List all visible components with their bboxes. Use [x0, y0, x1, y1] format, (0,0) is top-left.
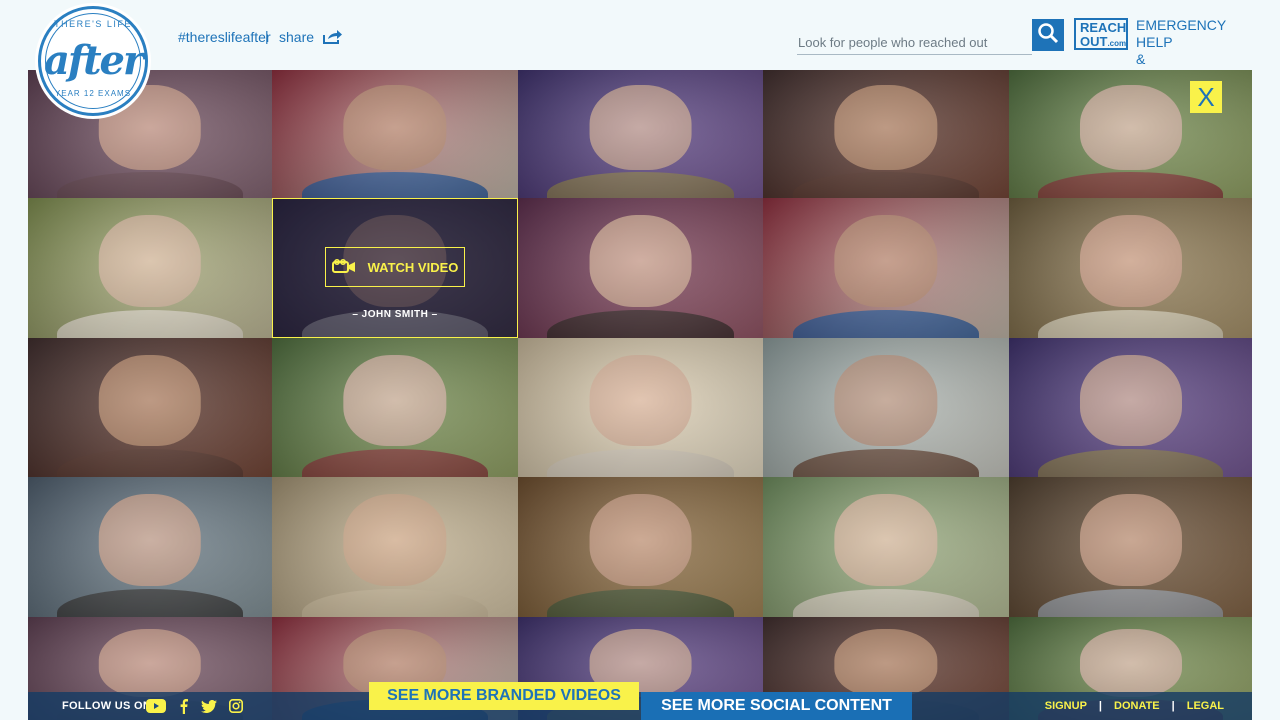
photo-grid: WATCH VIDEO – JOHN SMITH – — [28, 70, 1252, 720]
footer-separator: | — [1098, 700, 1102, 712]
logo-top-text: THERE'S LIFE — [54, 19, 132, 29]
portrait-tile[interactable] — [272, 338, 518, 477]
search-icon — [1037, 22, 1059, 49]
share-icon — [322, 29, 343, 45]
portrait-tile[interactable] — [272, 70, 518, 198]
portrait-tile[interactable] — [518, 198, 763, 338]
donate-link[interactable]: DONATE — [1114, 700, 1160, 712]
portrait-shade — [518, 70, 763, 198]
tile-hover-overlay: WATCH VIDEO – JOHN SMITH – — [272, 198, 518, 338]
footer-separator: | — [1171, 700, 1175, 712]
portrait-tile[interactable] — [763, 198, 1009, 338]
video-camera-icon — [331, 258, 356, 276]
portrait-tile[interactable] — [28, 338, 272, 477]
portrait-shade — [518, 198, 763, 338]
portrait-tile[interactable] — [518, 477, 763, 617]
portrait-shade — [28, 198, 272, 338]
see-more-branded-videos-button[interactable]: SEE MORE BRANDED VIDEOS — [369, 682, 639, 710]
reachout-line1: REACH — [1080, 20, 1127, 35]
portrait-shade — [272, 477, 518, 617]
reachout-logo[interactable]: REACH OUT.com — [1074, 18, 1128, 50]
portrait-tile[interactable] — [518, 338, 763, 477]
instagram-icon[interactable] — [228, 698, 244, 714]
close-button[interactable]: X — [1190, 81, 1222, 113]
portrait-tile[interactable] — [518, 70, 763, 198]
portrait-shade — [272, 70, 518, 198]
share-link[interactable]: share — [279, 29, 343, 45]
portrait-shade — [518, 477, 763, 617]
hashtag-link[interactable]: #thereslifeafter — [178, 29, 271, 45]
portrait-tile[interactable] — [28, 477, 272, 617]
reachout-line2: OUT — [1080, 34, 1108, 49]
portrait-shade — [28, 477, 272, 617]
portrait-shade — [763, 70, 1009, 198]
watch-video-label: WATCH VIDEO — [367, 259, 459, 275]
portrait-tile[interactable] — [1009, 338, 1252, 477]
portrait-shade — [28, 338, 272, 477]
youtube-icon[interactable] — [145, 698, 167, 714]
portrait-tile[interactable] — [763, 477, 1009, 617]
reachout-suffix: .com — [1107, 39, 1127, 48]
portrait-tile[interactable] — [1009, 477, 1252, 617]
header-divider: | — [265, 28, 269, 44]
portrait-tile[interactable]: WATCH VIDEO – JOHN SMITH – — [272, 198, 518, 338]
signup-link[interactable]: SIGNUP — [1045, 700, 1087, 712]
portrait-shade — [1009, 338, 1252, 477]
follow-us-label: FOLLOW US ON — [62, 700, 152, 712]
footer-links: SIGNUP | DONATE | LEGAL — [1045, 700, 1224, 712]
share-label: share — [279, 29, 315, 45]
search-button[interactable] — [1032, 19, 1064, 51]
watch-video-button[interactable]: WATCH VIDEO — [325, 247, 465, 287]
emergency-line1: EMERGENCY HELP — [1136, 17, 1226, 50]
site-logo[interactable]: THERE'S LIFE after YEAR 12 EXAMS — [38, 6, 148, 116]
portrait-tile[interactable] — [28, 198, 272, 338]
logo-bottom-text: YEAR 12 EXAMS — [54, 89, 132, 98]
footer: FOLLOW US ON SIGNUP | DONATE | LEGAL — [28, 692, 1252, 720]
portrait-shade — [763, 198, 1009, 338]
portrait-shade — [1009, 477, 1252, 617]
legal-link[interactable]: LEGAL — [1187, 700, 1224, 712]
logo-word: after — [43, 37, 144, 84]
header: THERE'S LIFE after YEAR 12 EXAMS #theres… — [0, 0, 1280, 116]
twitter-icon[interactable] — [200, 698, 218, 714]
portrait-tile[interactable] — [763, 338, 1009, 477]
portrait-tile[interactable] — [763, 70, 1009, 198]
person-name: – JOHN SMITH – — [352, 309, 438, 320]
portrait-tile[interactable] — [1009, 198, 1252, 338]
portrait-tile[interactable] — [272, 477, 518, 617]
facebook-icon[interactable] — [177, 698, 191, 714]
see-more-social-content-button[interactable]: SEE MORE SOCIAL CONTENT — [641, 692, 912, 720]
portrait-shade — [763, 477, 1009, 617]
portrait-shade — [518, 338, 763, 477]
search-input[interactable] — [797, 32, 1032, 55]
portrait-shade — [1009, 198, 1252, 338]
portrait-shade — [272, 338, 518, 477]
portrait-shade — [763, 338, 1009, 477]
